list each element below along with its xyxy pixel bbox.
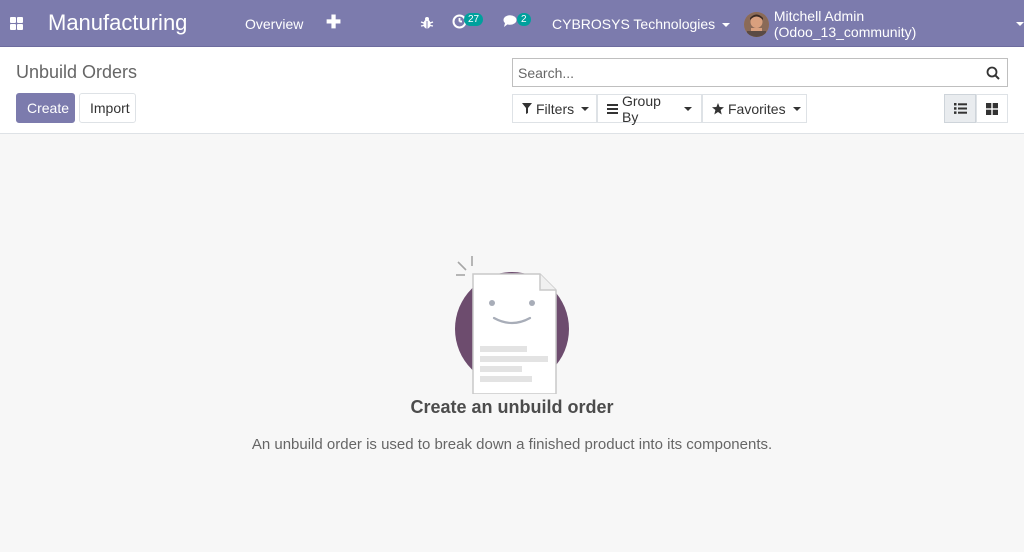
chevron-down-icon xyxy=(684,106,692,111)
favorites-label: Favorites xyxy=(728,100,786,117)
chevron-down-icon xyxy=(1016,22,1024,26)
search-input[interactable] xyxy=(513,59,973,86)
company-name: CYBROSYS Technologies xyxy=(552,16,716,32)
plus-icon[interactable]: ✚ xyxy=(326,12,341,33)
chevron-down-icon xyxy=(581,106,590,111)
apps-grid-icon[interactable] xyxy=(10,17,23,30)
kanban-view-button[interactable] xyxy=(976,94,1008,123)
bars-icon xyxy=(607,103,618,114)
message-count-badge: 2 xyxy=(517,13,531,26)
filter-icon xyxy=(522,103,532,114)
import-button[interactable]: Import xyxy=(79,93,136,123)
groupby-dropdown[interactable]: Group By xyxy=(597,92,702,125)
company-switcher[interactable]: CYBROSYS Technologies xyxy=(552,16,731,32)
filters-dropdown[interactable]: Filters xyxy=(512,94,597,123)
empty-state-title: Create an unbuild order xyxy=(410,397,614,417)
main-content: Create an unbuild order An unbuild order… xyxy=(0,134,1024,552)
bug-icon[interactable] xyxy=(420,16,434,30)
list-view-icon xyxy=(953,103,967,114)
favorites-dropdown[interactable]: Favorites xyxy=(702,94,807,123)
user-name: Mitchell Admin (Odoo_13_community) xyxy=(773,8,917,40)
star-icon xyxy=(712,102,724,115)
user-menu[interactable]: Mitchell Admin (Odoo_13_community) xyxy=(744,8,1024,40)
messaging-menu[interactable]: 2 xyxy=(503,13,531,32)
app-title[interactable]: Manufacturing xyxy=(48,10,187,36)
empty-state-description: An unbuild order is used to break down a… xyxy=(251,436,773,453)
view-switcher xyxy=(944,94,1008,123)
search-box xyxy=(512,58,1008,87)
create-button[interactable]: Create xyxy=(16,93,75,123)
kanban-view-icon xyxy=(986,102,998,115)
filters-label: Filters xyxy=(536,100,575,117)
search-icon[interactable] xyxy=(986,66,1000,80)
menu-overview[interactable]: Overview xyxy=(245,16,303,32)
control-panel: Unbuild Orders Create Import Filters Gro… xyxy=(0,48,1024,134)
list-view-button[interactable] xyxy=(944,94,976,123)
top-navbar: Manufacturing Overview ✚ 27 2 CYBROSYS T… xyxy=(0,0,1024,47)
chevron-down-icon xyxy=(722,23,731,28)
groupby-label: Group By xyxy=(622,92,661,125)
empty-document-illustration xyxy=(455,256,569,394)
chevron-down-icon xyxy=(792,106,801,111)
activity-menu[interactable]: 27 xyxy=(452,13,484,32)
avatar xyxy=(744,11,769,37)
activity-count-badge: 27 xyxy=(464,13,484,26)
breadcrumb: Unbuild Orders xyxy=(16,62,138,82)
